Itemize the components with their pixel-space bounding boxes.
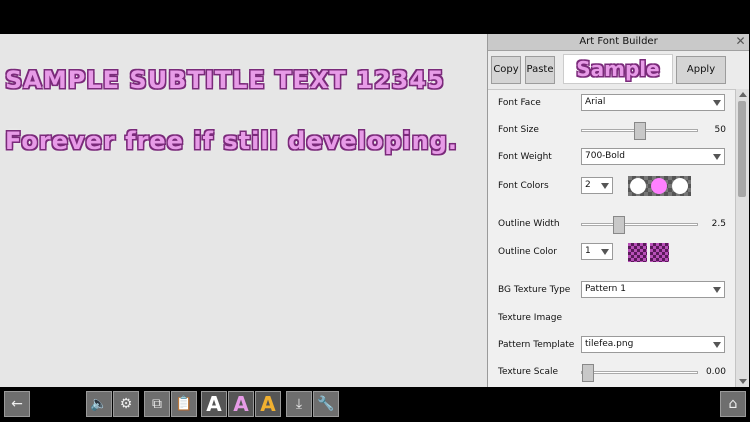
wrench-icon[interactable]: 🔧 — [313, 391, 339, 417]
paste-button[interactable]: Paste — [525, 56, 555, 84]
color-swatch-1[interactable] — [630, 178, 646, 194]
outline-color-count-value: 1 — [585, 246, 591, 256]
art-font-builder-panel: Art Font Builder ✕ Copy Paste Sample App… — [487, 34, 749, 387]
font-size-slider-thumb[interactable] — [634, 122, 646, 140]
font-face-select[interactable]: Arial — [581, 94, 725, 111]
panel-title: Art Font Builder — [579, 36, 658, 47]
pattern-template-select[interactable]: tilefea.png — [581, 336, 725, 353]
clipboard-icon[interactable]: 📋 — [171, 391, 197, 417]
canvas-area: SAMPLE SUBTITLE TEXT 12345 Forever free … — [0, 34, 487, 387]
bg-texture-type-select[interactable]: Pattern 1 — [581, 281, 725, 298]
close-icon[interactable]: ✕ — [734, 35, 747, 48]
texture-scale-slider[interactable] — [581, 364, 698, 382]
texture-image-label: Texture Image — [498, 313, 562, 323]
home-icon[interactable]: ⌂ — [720, 391, 746, 417]
font-style-pink-icon[interactable]: A — [228, 391, 254, 417]
row-texture-scale: Texture Scale 0.00 — [488, 361, 734, 383]
font-colors-count-value: 2 — [585, 180, 591, 190]
font-weight-select[interactable]: 700-Bold — [581, 148, 725, 165]
row-outline-width: Outline Width 2.5 — [488, 213, 734, 235]
chevron-down-icon — [601, 183, 609, 189]
texture-scale-value: 0.00 — [705, 367, 726, 377]
font-weight-label: Font Weight — [498, 152, 552, 162]
outline-color-label: Outline Color — [498, 247, 557, 257]
chevron-down-icon — [713, 342, 721, 348]
row-bg-texture-type: BG Texture Type Pattern 1 — [488, 279, 734, 301]
outline-width-slider[interactable] — [581, 216, 698, 234]
color-swatch-2[interactable] — [651, 178, 667, 194]
font-face-label: Font Face — [498, 98, 541, 108]
row-font-colors: Font Colors 2 — [488, 175, 734, 197]
chevron-down-icon — [713, 154, 721, 160]
font-size-label: Font Size — [498, 125, 539, 135]
font-weight-value: 700-Bold — [585, 151, 625, 161]
font-color-swatches — [628, 176, 691, 196]
color-swatch-3[interactable] — [672, 178, 688, 194]
row-font-weight: Font Weight 700-Bold — [488, 146, 734, 168]
texture-scale-label: Texture Scale — [498, 367, 559, 377]
bg-texture-type-label: BG Texture Type — [498, 285, 571, 295]
pattern-template-label: Pattern Template — [498, 340, 575, 350]
outline-color-swatch-2[interactable] — [650, 243, 669, 262]
back-arrow-icon[interactable]: ← — [4, 391, 30, 417]
font-style-gold-icon[interactable]: A — [255, 391, 281, 417]
bottom-toolbar: ← 🔈 ⚙ ⧉ 📋 A A A ⤓ 🔧 ⌂ — [0, 387, 750, 422]
art-text-line2: Forever free if still developing. — [5, 127, 459, 155]
pattern-template-value: tilefea.png — [585, 339, 634, 349]
font-colors-count-select[interactable]: 2 — [581, 177, 613, 194]
outline-width-label: Outline Width — [498, 219, 560, 229]
panel-toolbar: Copy Paste Sample Apply — [488, 51, 749, 90]
scrollbar-thumb[interactable] — [738, 101, 746, 197]
font-colors-label: Font Colors — [498, 181, 549, 191]
bg-texture-type-value: Pattern 1 — [585, 284, 626, 294]
copy-icon[interactable]: ⧉ — [144, 391, 170, 417]
scroll-up-icon[interactable] — [739, 92, 747, 97]
outline-width-slider-thumb[interactable] — [613, 216, 625, 234]
chevron-down-icon — [601, 249, 609, 255]
panel-scrollbar[interactable] — [735, 89, 749, 387]
panel-title-bar: Art Font Builder ✕ — [488, 34, 749, 51]
chevron-down-icon — [713, 100, 721, 106]
properties-list: Font Face Arial Font Size 50 Font Weight… — [488, 89, 734, 387]
row-texture-image: Texture Image — [488, 307, 734, 329]
row-outline-color: Outline Color 1 — [488, 241, 734, 263]
font-size-slider[interactable] — [581, 122, 698, 140]
outline-color-count-select[interactable]: 1 — [581, 243, 613, 260]
font-size-value: 50 — [714, 125, 726, 135]
chevron-down-icon — [713, 287, 721, 293]
row-pattern-template: Pattern Template tilefea.png — [488, 334, 734, 356]
outline-color-swatch-1[interactable] — [628, 243, 647, 262]
art-text-line1: SAMPLE SUBTITLE TEXT 12345 — [5, 66, 445, 94]
copy-button[interactable]: Copy — [491, 56, 521, 84]
font-style-plain-icon[interactable]: A — [201, 391, 227, 417]
scroll-down-icon[interactable] — [739, 379, 747, 384]
download-icon[interactable]: ⤓ — [286, 391, 312, 417]
apply-button[interactable]: Apply — [676, 56, 726, 84]
speaker-icon[interactable]: 🔈 — [86, 391, 112, 417]
sample-preview: Sample — [563, 54, 673, 84]
outline-width-value: 2.5 — [711, 219, 726, 229]
row-font-size: Font Size 50 — [488, 119, 734, 141]
row-font-face: Font Face Arial — [488, 92, 734, 114]
font-face-value: Arial — [585, 97, 606, 107]
texture-scale-slider-thumb[interactable] — [582, 364, 594, 382]
gear-icon[interactable]: ⚙ — [113, 391, 139, 417]
